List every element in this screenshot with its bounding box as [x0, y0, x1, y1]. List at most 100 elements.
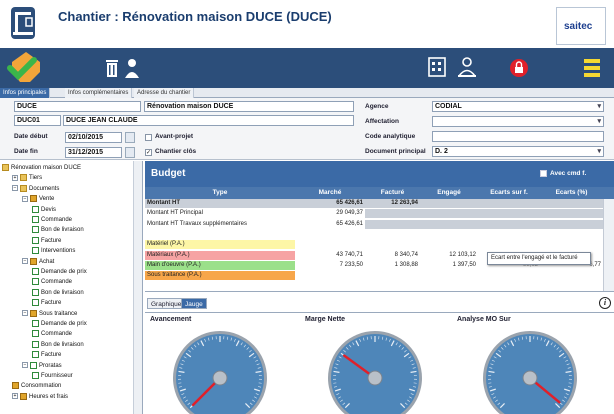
agence-select[interactable]: CODIAL [432, 101, 604, 112]
tree-item[interactable]: Interventions [32, 246, 75, 256]
document-icon [32, 226, 39, 234]
expand-toggle-icon[interactable]: − [22, 258, 28, 265]
building-icon[interactable] [428, 48, 446, 88]
tab-infos-principales[interactable]: Infos principales [0, 88, 51, 98]
expand-toggle-icon[interactable]: + [12, 393, 18, 400]
calendar-icon[interactable] [125, 132, 135, 143]
tree-item-label: Heures et frais [29, 393, 69, 400]
tree-item[interactable]: − Sous traitance [22, 309, 77, 319]
client-code-field[interactable]: DUC01 [14, 115, 61, 126]
table-cell-engage [420, 219, 478, 229]
col-facture[interactable]: Facturé [365, 187, 420, 199]
table-cell-facture [365, 209, 420, 219]
tree-item-label: Facture [41, 352, 62, 359]
expand-toggle-icon[interactable]: + [12, 174, 18, 181]
code-analytique-field[interactable] [432, 131, 604, 142]
table-cell-type: Montant HT [145, 199, 295, 208]
client-name-field[interactable]: DUCE JEAN CLAUDE [63, 115, 354, 126]
menu-icon[interactable] [582, 48, 602, 88]
table-row[interactable] [145, 229, 603, 239]
date-fin-label: Date fin [14, 148, 38, 155]
table-row[interactable]: Sous traitance (P.A.) [145, 271, 603, 281]
tab-infos-complementaires[interactable]: Infos complémentaires [65, 88, 133, 98]
gauge-dial [483, 331, 577, 414]
tab-graphique[interactable]: Graphique [147, 298, 186, 309]
tree-item[interactable]: Rénovation maison DUCE [2, 163, 81, 173]
tree-scrollbar[interactable] [133, 161, 142, 414]
tree-item[interactable]: + Heures et frais [12, 392, 68, 402]
col-ecart-pct[interactable]: Ecarts (%) [540, 187, 603, 199]
table-cell-engage: 12 103,12 [420, 250, 478, 260]
table-row[interactable]: Montant HT Principal 29 049,37 [145, 209, 603, 219]
tree-item[interactable]: Commande [32, 277, 72, 287]
code-field[interactable]: DUCE [14, 101, 141, 112]
tree-item[interactable]: Consommation [12, 381, 61, 391]
tree-item[interactable]: Commande [32, 215, 72, 225]
tree-item[interactable]: Demande de prix [32, 319, 87, 329]
tree-item[interactable]: Bon de livraison [32, 340, 84, 350]
tree-item[interactable]: Bon de livraison [32, 288, 84, 298]
tree-item-label: Commande [41, 279, 73, 286]
avec-cmd-checkbox[interactable] [540, 170, 547, 177]
folder-icon [2, 163, 9, 171]
tree-item-label: Facture [41, 237, 62, 244]
avec-cmd-label: Avec cmd f. [550, 170, 587, 177]
document-icon [12, 382, 19, 390]
table-cell-marche: 43 740,71 [295, 250, 365, 260]
trash-icon[interactable] [104, 48, 120, 88]
tree-item[interactable]: Facture [32, 236, 61, 246]
tree-item[interactable]: Facture [32, 298, 61, 308]
date-debut-field[interactable]: 02/10/2015 [65, 132, 122, 143]
document-icon [32, 247, 39, 255]
tree-item[interactable]: Bon de livraison [32, 225, 84, 235]
expand-toggle-icon[interactable]: − [22, 310, 28, 317]
calendar-icon[interactable] [125, 147, 135, 158]
budget-grid-header: Type Marché Facturé Engagé Ecarts sur f.… [145, 187, 614, 199]
tree-item[interactable]: Demande de prix [32, 267, 87, 277]
col-ecart[interactable]: Ecarts sur f. [478, 187, 540, 199]
tree-item[interactable]: Devis [32, 205, 56, 215]
table-cell-type: Montant HT Principal [145, 209, 295, 219]
tree-item[interactable]: − Proratas [22, 361, 62, 371]
table-cell-marche [295, 240, 365, 250]
col-type[interactable]: Type [145, 187, 295, 199]
table-row[interactable]: Montant HT Travaux supplémentaires 65 426… [145, 219, 603, 229]
tree-item[interactable]: Commande [32, 329, 72, 339]
tree-item[interactable]: − Vente [22, 194, 54, 204]
expand-toggle-icon[interactable]: − [22, 195, 28, 202]
gauge-title-avancement: Avancement [150, 316, 192, 323]
doc-principal-select[interactable]: D. 2 [432, 146, 604, 157]
col-marche[interactable]: Marché [295, 187, 365, 199]
table-cell-marche [295, 229, 365, 239]
col-engage[interactable]: Engagé [420, 187, 478, 199]
lock-icon[interactable] [508, 48, 530, 88]
date-fin-field[interactable]: 31/12/2015 [65, 147, 122, 158]
tree-item[interactable]: − Achat [22, 257, 54, 267]
grid-scrollbar[interactable] [603, 199, 614, 291]
affectation-select[interactable] [432, 116, 604, 127]
tree-item[interactable]: + Tiers [12, 173, 42, 183]
expand-toggle-icon[interactable]: − [22, 362, 28, 369]
table-cell-facture: 1 308,88 [365, 260, 420, 270]
table-cell-ecart [478, 209, 540, 219]
avant-projet-checkbox[interactable] [145, 134, 152, 141]
check-arrow-icon[interactable] [0, 48, 48, 88]
tree-item[interactable]: Facture [32, 350, 61, 360]
table-cell-pct [540, 219, 603, 229]
table-row[interactable]: Montant HT 65 426,61 12 263,94 [145, 199, 603, 208]
team-icon[interactable] [456, 48, 478, 88]
tree-item[interactable]: − Documents [12, 184, 59, 194]
gauge-analyse-mo [480, 328, 580, 414]
tab-adresse-chantier[interactable]: Adresse du chantier [134, 88, 195, 98]
table-row[interactable]: Matériel (P.A.) [145, 240, 603, 250]
tab-jauge[interactable]: Jauge [181, 298, 207, 309]
gauge-marge-nette [325, 328, 425, 414]
chantier-clos-checkbox[interactable]: ✓ [145, 149, 152, 156]
users-icon[interactable] [122, 48, 142, 88]
gauge-title-analyse: Analyse MO Sur [457, 316, 511, 323]
expand-toggle-icon[interactable]: − [12, 185, 18, 192]
table-cell-ecart [478, 219, 540, 229]
name-field[interactable]: Rénovation maison DUCE [144, 101, 354, 112]
tree-item[interactable]: Fournisseur [32, 371, 73, 381]
info-icon[interactable]: i [599, 297, 611, 309]
